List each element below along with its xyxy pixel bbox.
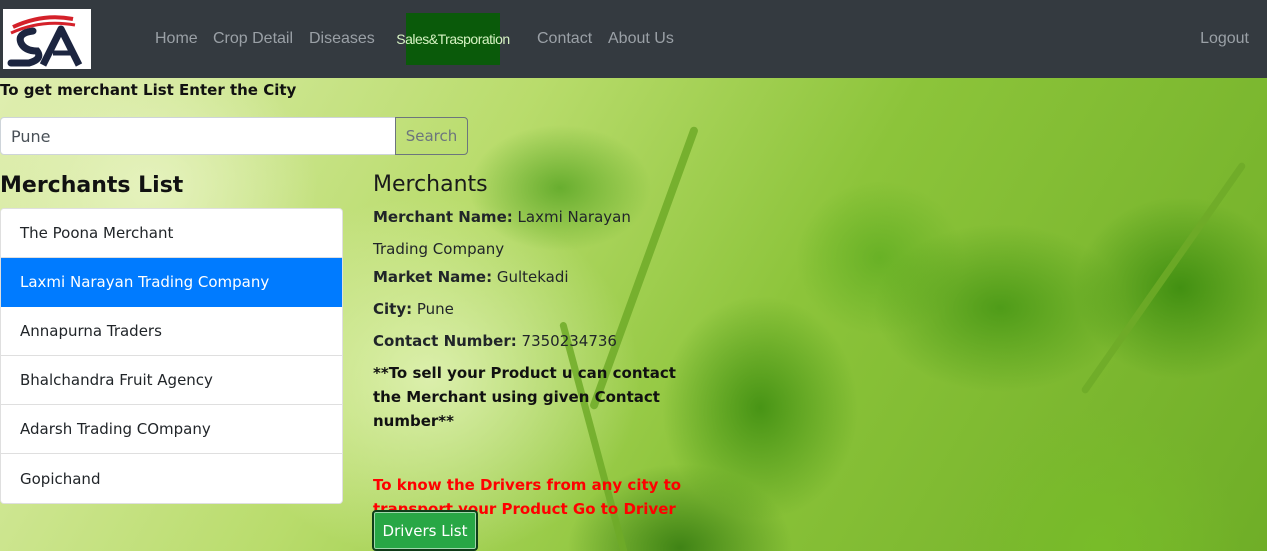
nav-diseases-link[interactable]: Diseases — [309, 30, 375, 48]
contact-row: Contact Number: 7350234736 — [373, 325, 683, 357]
market-name-label: Market Name: — [373, 268, 493, 286]
merchant-detail-panel: Merchants Merchant Name: Laxmi Narayan T… — [373, 172, 683, 545]
city-label: City: — [373, 300, 413, 318]
city-search-prompt: To get merchant List Enter the City — [0, 81, 297, 99]
merchants-list-title: Merchants List — [0, 173, 184, 198]
top-navbar: Home Crop Detail Diseases Sales&Traspora… — [0, 0, 1267, 78]
city-value: Pune — [416, 300, 454, 318]
merchant-list-item[interactable]: Adarsh Trading COmpany — [1, 405, 342, 454]
merchant-list-item[interactable]: Gopichand — [1, 454, 342, 503]
merchant-list: The Poona Merchant Laxmi Narayan Trading… — [0, 208, 343, 504]
merchant-list-item[interactable]: Bhalchandra Fruit Agency — [1, 356, 342, 405]
merchant-list-item[interactable]: The Poona Merchant — [1, 209, 342, 258]
city-row: City: Pune — [373, 293, 683, 325]
search-button[interactable]: Search — [395, 117, 468, 155]
nav-contact-link[interactable]: Contact — [537, 30, 592, 48]
contact-value: 7350234736 — [521, 332, 617, 350]
city-search-input[interactable] — [0, 117, 396, 155]
merchant-detail-title: Merchants — [373, 172, 488, 197]
nav-home-link[interactable]: Home — [155, 30, 198, 48]
nav-sales-transportation-button[interactable]: Sales&Trasporation — [396, 13, 510, 65]
nav-about-link[interactable]: About Us — [608, 30, 674, 48]
contact-label: Contact Number: — [373, 332, 517, 350]
contact-note: **To sell your Product u can contact the… — [373, 364, 676, 430]
merchant-name-label: Merchant Name: — [373, 208, 513, 226]
merchant-list-item-active[interactable]: Laxmi Narayan Trading Company — [1, 258, 342, 307]
drivers-list-button[interactable]: Drivers List — [372, 510, 478, 551]
stem-decoration — [1080, 161, 1247, 395]
merchant-name-row: Merchant Name: Laxmi Narayan Trading Com… — [373, 201, 683, 265]
logout-link[interactable]: Logout — [1200, 30, 1249, 48]
merchant-list-item[interactable]: Annapurna Traders — [1, 307, 342, 356]
market-name-value: Gultekadi — [496, 268, 569, 286]
brand-logo[interactable] — [3, 9, 91, 69]
nav-crop-detail-link[interactable]: Crop Detail — [213, 30, 293, 48]
market-name-row: Market Name: Gultekadi — [373, 265, 683, 289]
